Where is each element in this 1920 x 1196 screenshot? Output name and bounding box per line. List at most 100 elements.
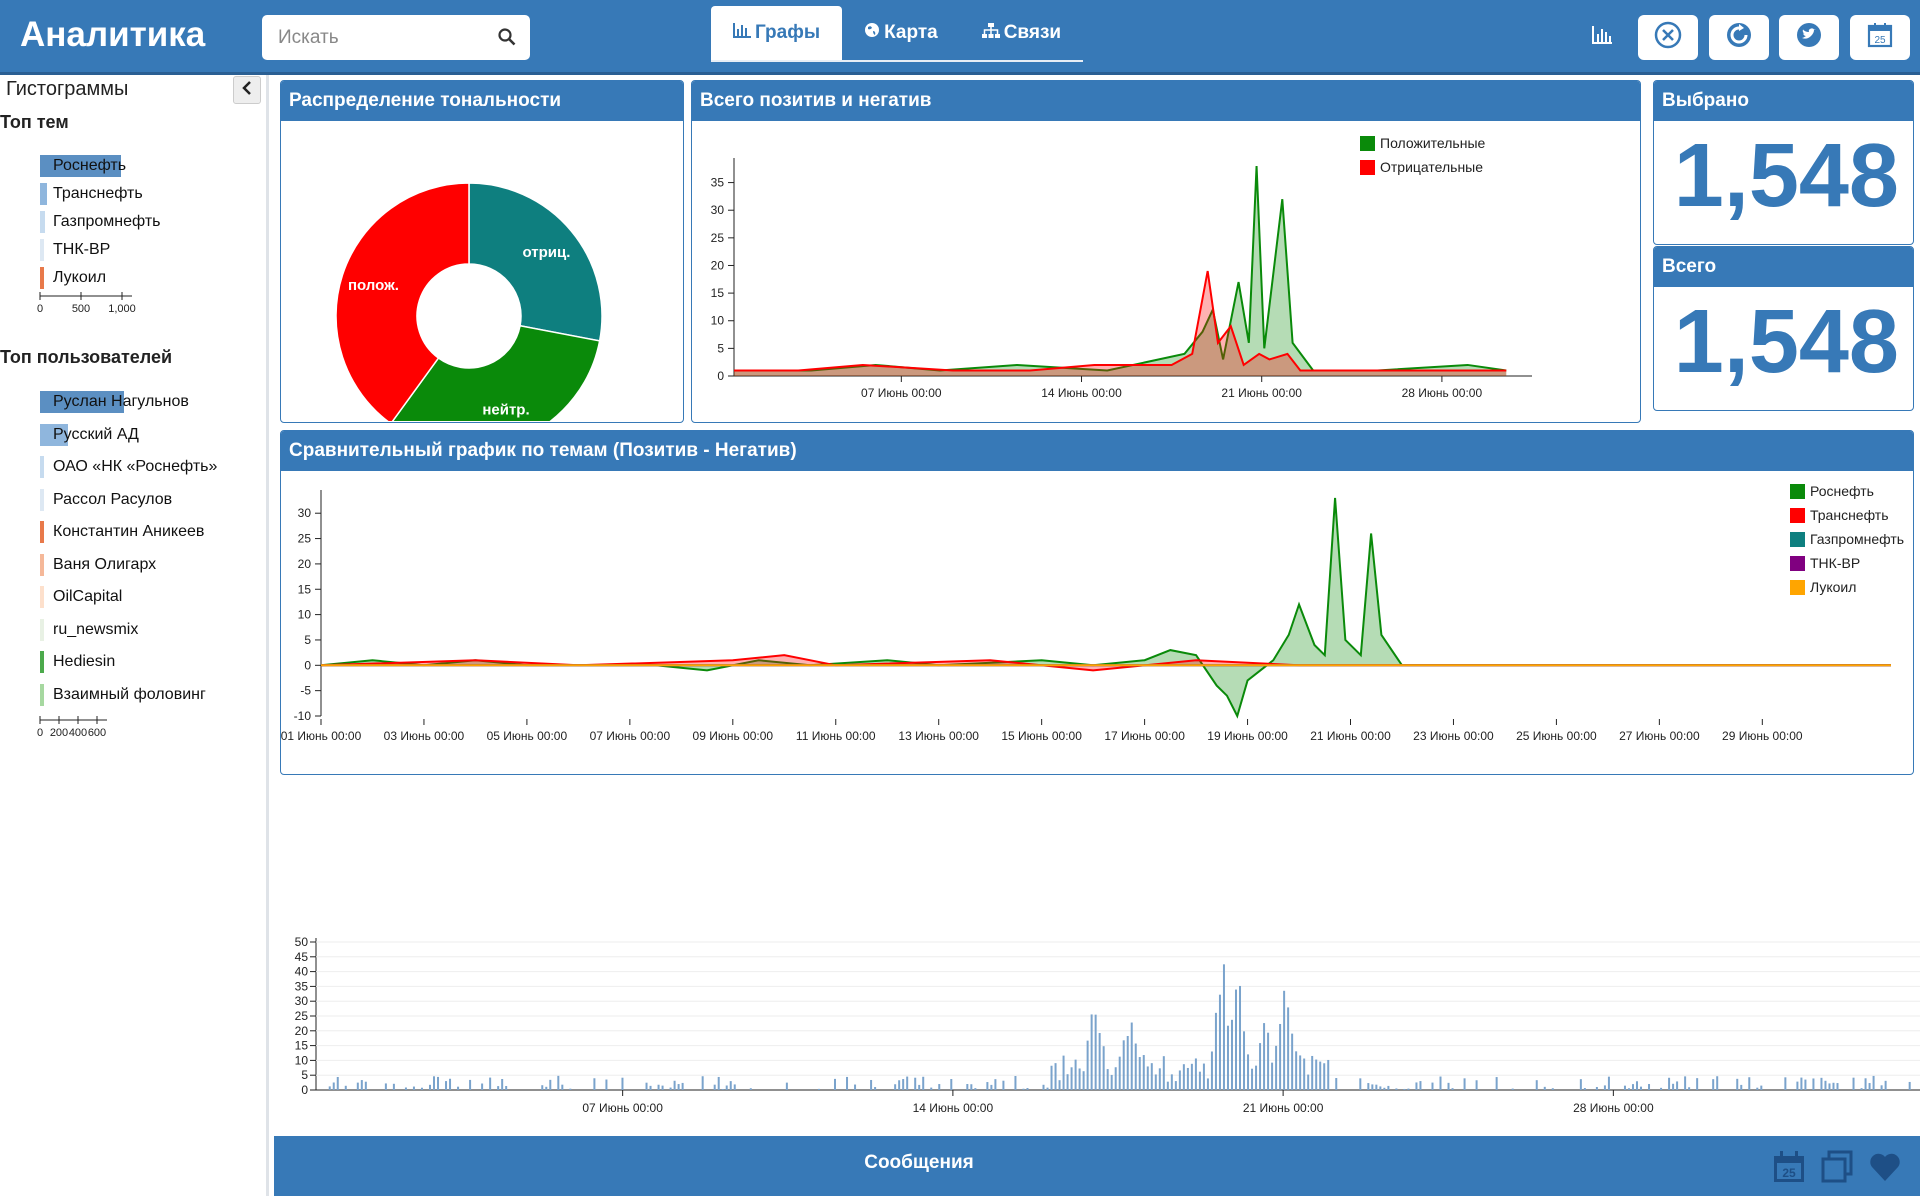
timeline-bar	[1130, 1022, 1133, 1090]
timeline-bar	[1126, 1036, 1129, 1090]
tab-map-label: Карта	[884, 22, 938, 43]
timeline-bar	[874, 1087, 877, 1090]
timeline-bar	[1880, 1085, 1883, 1090]
tab-graphs[interactable]: Графы	[711, 6, 843, 60]
timeline-bar	[1014, 1075, 1017, 1090]
timeline-bar	[970, 1084, 973, 1090]
timeline-bar	[1198, 1071, 1201, 1090]
histogram-label: Константин Аникеев	[53, 523, 205, 540]
x-tick-label: 05 Июнь 00:00	[487, 729, 568, 743]
timeline-bar	[1138, 1057, 1141, 1090]
timeline-bar	[645, 1082, 648, 1090]
x-tick-label: 21 Июнь 00:00	[1310, 729, 1391, 743]
x-tick-label: 21 Июнь 00:00	[1221, 386, 1302, 400]
topics-heading: Топ тем	[0, 112, 69, 132]
tab-map[interactable]: Карта	[842, 6, 960, 60]
timeline-bar	[898, 1080, 901, 1090]
calendar-button[interactable]: 25	[1850, 15, 1910, 60]
timeline-bar	[1222, 964, 1225, 1090]
timeline-bar	[1134, 1043, 1137, 1090]
histogram-label: OilCapital	[53, 588, 123, 605]
timeline-bar	[1251, 1068, 1254, 1090]
close-button[interactable]	[1638, 15, 1698, 60]
timeline-bar	[541, 1085, 544, 1090]
timeline-bar	[1050, 1065, 1053, 1090]
y-tick-label: 40	[295, 965, 309, 979]
timeline-bar	[1872, 1075, 1875, 1090]
timeline-bar	[1820, 1077, 1823, 1090]
histogram-bar	[40, 651, 44, 673]
total-panel: Всего 1,548	[1653, 246, 1914, 411]
timeline-bar	[1174, 1081, 1177, 1090]
timeline-bar	[1295, 1051, 1298, 1090]
tab-links[interactable]: Связи	[960, 6, 1083, 60]
window-icon[interactable]	[1820, 1150, 1854, 1189]
series-line	[320, 497, 1891, 719]
axis-tick-label: 500	[72, 303, 90, 315]
tone-panel: Распределение тональности отриц. нейтр. по…	[280, 80, 684, 423]
timeline-bar	[1190, 1063, 1193, 1090]
timeline-histogram[interactable]: 05101520253035404550 07 Июнь 00:00 14 Июнь…	[280, 930, 1920, 1120]
timeline-bar	[404, 1087, 407, 1090]
timeline-bar	[1315, 1059, 1318, 1090]
timeline-bar	[1595, 1086, 1598, 1090]
timeline-bar	[1146, 1066, 1149, 1090]
messages-footer[interactable]: Сообщения 25	[274, 1136, 1920, 1196]
timeline-bar	[1234, 989, 1237, 1090]
y-tick-label: -10	[294, 709, 312, 723]
selected-count: 1,548	[1673, 126, 1899, 226]
timeline-bar	[725, 1085, 728, 1090]
sidebar-title: Гистограммы	[6, 78, 129, 100]
axis-tick-label: 200	[50, 727, 68, 739]
timeline-bar	[1648, 1084, 1651, 1090]
timeline-bar	[1230, 1019, 1233, 1090]
chart-icon[interactable]	[1592, 26, 1612, 49]
x-tick-label: 07 Июнь 00:00	[590, 729, 671, 743]
timeline-bar	[1142, 1055, 1145, 1090]
heart-icon[interactable]	[1868, 1150, 1902, 1189]
search-input[interactable]	[276, 26, 490, 50]
legend-swatch	[1360, 136, 1375, 151]
tone-panel-title: Распределение тональности	[281, 81, 683, 121]
timeline-bar	[1026, 1088, 1029, 1090]
collapse-button[interactable]	[233, 76, 261, 104]
y-tick-label: 45	[295, 950, 309, 964]
chevron-left-icon	[242, 80, 252, 100]
refresh-button[interactable]	[1709, 15, 1769, 60]
timeline-bar	[1367, 1083, 1370, 1090]
timeline-bar	[1511, 1088, 1514, 1090]
timeline-bar	[974, 1088, 977, 1090]
pie-slice-label: нейтр.	[482, 401, 529, 418]
timeline-bar	[846, 1076, 849, 1090]
timeline-bar	[657, 1084, 660, 1090]
pie-slice-label: полож.	[348, 277, 399, 294]
timeline-bar	[1712, 1079, 1715, 1090]
y-tick-label: 20	[711, 258, 725, 272]
timeline-bar	[569, 1088, 572, 1090]
timeline-bar	[994, 1079, 997, 1090]
timeline-bar	[432, 1076, 435, 1090]
timeline-bar	[1283, 990, 1286, 1090]
app-title: Аналитика	[20, 15, 206, 54]
search-box[interactable]	[262, 15, 530, 60]
y-tick-label: 30	[711, 203, 725, 217]
twitter-icon	[1795, 21, 1823, 54]
timeline-bar	[1291, 1033, 1294, 1090]
refresh-icon	[1725, 21, 1753, 54]
timeline-bar	[1635, 1081, 1638, 1090]
timeline-bar	[1375, 1084, 1378, 1090]
timeline-bar	[1182, 1064, 1185, 1090]
timeline-bar	[854, 1084, 857, 1090]
timeline-bar	[392, 1083, 395, 1090]
selected-panel-title: Выбрано	[1654, 81, 1913, 121]
legend-label: Роснефть	[1810, 483, 1874, 499]
timeline-bar	[1852, 1077, 1855, 1090]
calendar-icon[interactable]: 25	[1772, 1150, 1806, 1189]
timeline-bar	[1828, 1083, 1831, 1090]
timeline-bar	[1419, 1081, 1422, 1090]
timeline-bar	[1042, 1084, 1045, 1090]
timeline-bar	[1716, 1076, 1719, 1090]
timeline-bar	[1415, 1082, 1418, 1090]
twitter-button[interactable]	[1779, 15, 1839, 60]
search-icon[interactable]	[498, 28, 516, 51]
